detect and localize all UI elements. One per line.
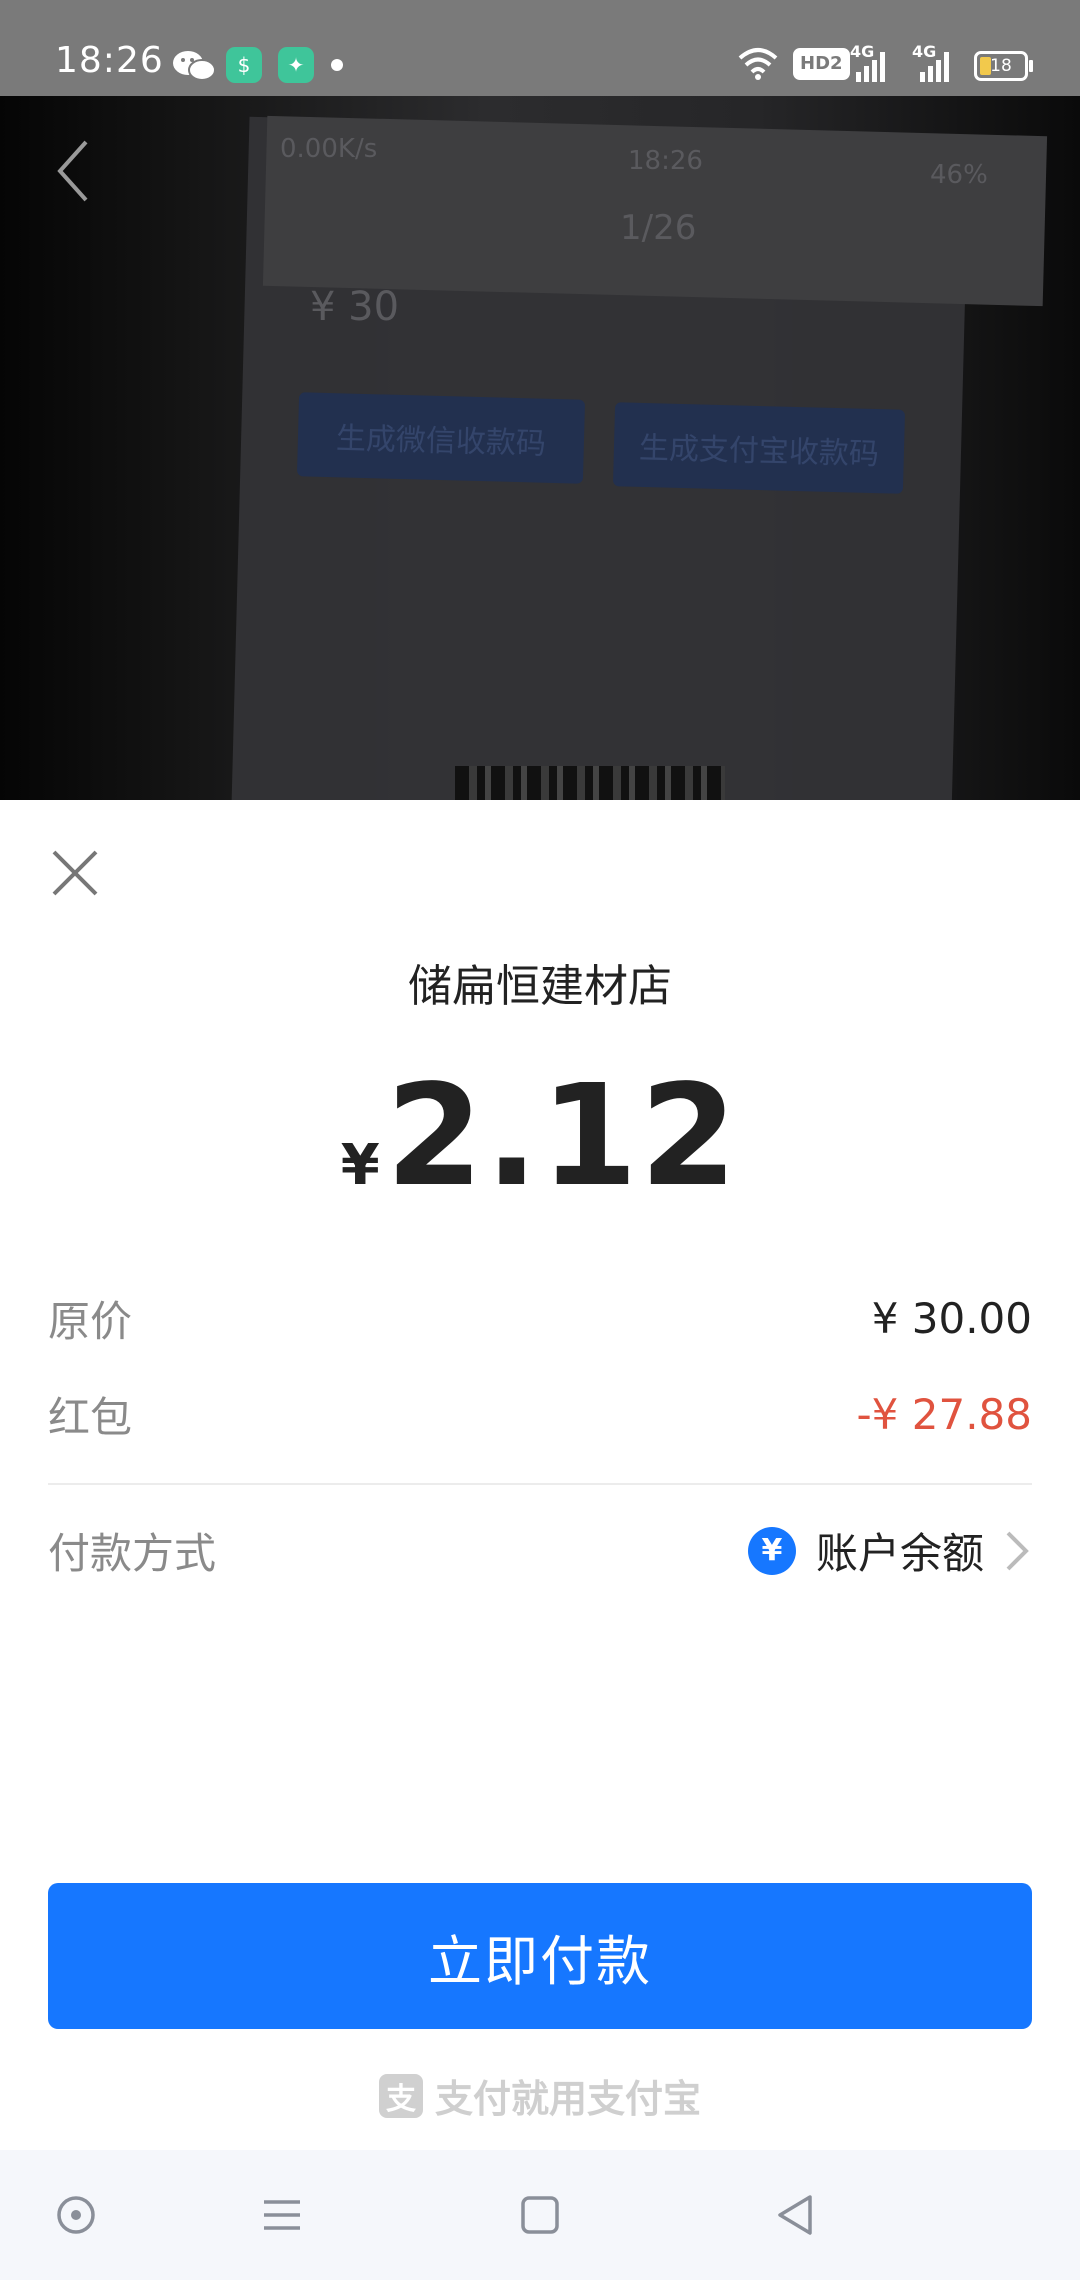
assistant-icon[interactable] [46, 2185, 106, 2245]
scanned-battery: 46% [930, 160, 988, 190]
camera-preview: 0.00K/s 18:26 46% 1/26 ¥ 30 生成微信收款码 生成支付… [0, 96, 1080, 800]
payment-method-label: 付款方式 [48, 1529, 217, 1578]
payment-method-value: 账户余额 [815, 1529, 984, 1578]
brand-slogan: 支付就用支付宝 [434, 2077, 701, 2121]
scanned-amount: ¥ 30 [310, 284, 400, 330]
security-app-icon: $ [226, 47, 262, 83]
battery-icon: 18 [974, 51, 1033, 81]
signal-4g-icon: 4G [850, 42, 890, 84]
scanned-wechat-button: 生成微信收款码 [296, 392, 586, 484]
currency-symbol: ¥ [340, 1133, 380, 1198]
menu-icon[interactable] [252, 2185, 312, 2245]
close-icon[interactable] [50, 848, 100, 898]
original-price-value: ¥ 30.00 [871, 1294, 1032, 1343]
alipay-logo-icon: 支 [378, 2073, 423, 2118]
balance-yuan-icon: ¥ [747, 1526, 796, 1575]
red-packet-label: 红包 [48, 1393, 133, 1442]
scanned-speed: 0.00K/s [280, 134, 378, 164]
chevron-right-icon [1006, 1531, 1029, 1570]
payment-method-row[interactable]: 付款方式 ¥ 账户余额 [48, 1520, 1032, 1581]
scanned-counter: 1/26 [620, 208, 697, 248]
original-price-row: 原价 ¥ 30.00 [48, 1288, 1032, 1349]
status-time: 18:26 [55, 40, 164, 81]
scanned-time: 18:26 [628, 146, 703, 176]
payment-method-selector[interactable]: ¥ 账户余额 [747, 1520, 1032, 1581]
back-arrow-icon[interactable] [50, 136, 100, 206]
back-icon[interactable] [766, 2185, 826, 2245]
wifi-icon [738, 48, 778, 80]
game-app-icon: ✦ [278, 47, 314, 83]
alipay-brand: 支 支付就用支付宝 [0, 2068, 1080, 2123]
hd-icon: HD2 [793, 48, 850, 80]
payment-amount: ¥2.12 [0, 1055, 1080, 1218]
amount-value: 2.12 [385, 1055, 740, 1218]
home-icon[interactable] [510, 2185, 570, 2245]
pay-now-button[interactable]: 立即付款 [48, 1883, 1032, 2029]
dot-icon [331, 59, 343, 71]
payment-sheet: 储扁恒建材店 ¥2.12 原价 ¥ 30.00 红包 -¥ 27.88 付款方式… [0, 800, 1080, 2150]
red-packet-value: -¥ 27.88 [856, 1390, 1032, 1439]
signal-4g-icon: 4G [912, 42, 956, 84]
divider [48, 1483, 1032, 1485]
system-nav-bar [0, 2150, 1080, 2280]
wechat-icon [173, 51, 216, 81]
merchant-name: 储扁恒建材店 [408, 961, 672, 1012]
scanned-alipay-button: 生成支付宝收款码 [612, 402, 906, 494]
scanned-qr-code [455, 766, 725, 800]
original-price-label: 原价 [48, 1297, 133, 1346]
red-packet-row: 红包 -¥ 27.88 [48, 1384, 1032, 1445]
status-bar: 18:26 $ ✦ HD2 4G 4G 18 [0, 0, 1080, 96]
